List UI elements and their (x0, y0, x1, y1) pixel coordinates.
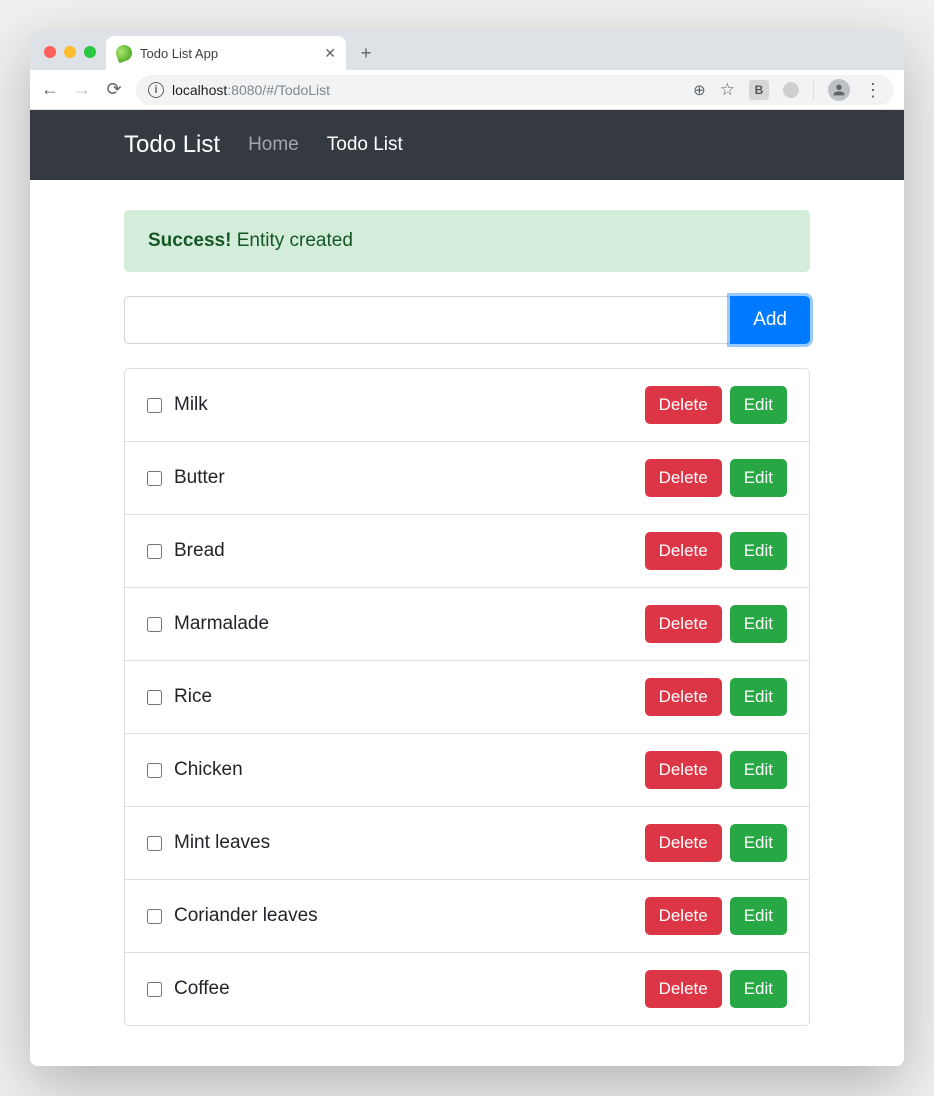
add-button[interactable]: Add (730, 296, 810, 344)
profile-avatar-icon[interactable] (828, 79, 850, 101)
edit-button[interactable]: Edit (730, 751, 787, 789)
navbar-brand[interactable]: Todo List (124, 131, 220, 159)
site-info-icon[interactable]: i (148, 82, 164, 98)
tab-bar: Todo List App ✕ + (30, 30, 904, 70)
delete-button[interactable]: Delete (645, 897, 722, 935)
delete-button[interactable]: Delete (645, 459, 722, 497)
browser-toolbar: ← → ⟳ i localhost:8080/#/TodoList ⊕ ☆ B … (30, 70, 904, 110)
todo-item: Coriander leavesDeleteEdit (125, 880, 809, 953)
back-button[interactable]: ← (40, 79, 60, 100)
delete-button[interactable]: Delete (645, 532, 722, 570)
leaf-icon (114, 43, 135, 64)
forward-button[interactable]: → (72, 79, 92, 100)
tab-title: Todo List App (140, 46, 316, 61)
extension-circle-icon[interactable] (783, 82, 799, 98)
extension-icon[interactable]: B (749, 80, 769, 100)
delete-button[interactable]: Delete (645, 824, 722, 862)
todo-checkbox[interactable] (147, 544, 162, 559)
todo-label: Bread (174, 540, 645, 562)
add-item-row: Add (124, 296, 810, 344)
reload-button[interactable]: ⟳ (104, 79, 124, 100)
alert-strong: Success! (148, 230, 231, 251)
todo-label: Marmalade (174, 613, 645, 635)
todo-item: ChickenDeleteEdit (125, 734, 809, 807)
todo-item: RiceDeleteEdit (125, 661, 809, 734)
edit-button[interactable]: Edit (730, 970, 787, 1008)
app-navbar: Todo List Home Todo List (30, 110, 904, 180)
address-bar[interactable]: i localhost:8080/#/TodoList ⊕ ☆ B ⋮ (136, 75, 894, 105)
new-tab-button[interactable]: + (352, 39, 380, 67)
todo-checkbox[interactable] (147, 398, 162, 413)
browser-window: Todo List App ✕ + ← → ⟳ i localhost:8080… (30, 30, 904, 1066)
todo-checkbox[interactable] (147, 836, 162, 851)
todo-checkbox[interactable] (147, 471, 162, 486)
toolbar-divider (813, 80, 814, 100)
success-alert: Success! Entity created (124, 210, 810, 272)
todo-item: CoffeeDeleteEdit (125, 953, 809, 1025)
todo-label: Rice (174, 686, 645, 708)
bookmark-star-icon[interactable]: ☆ (720, 80, 735, 100)
todo-checkbox[interactable] (147, 982, 162, 997)
todo-item: Mint leavesDeleteEdit (125, 807, 809, 880)
url-text: localhost:8080/#/TodoList (172, 82, 330, 98)
delete-button[interactable]: Delete (645, 970, 722, 1008)
todo-item: MarmaladeDeleteEdit (125, 588, 809, 661)
nav-link-todo-list[interactable]: Todo List (327, 134, 403, 156)
alert-message: Entity created (237, 230, 353, 251)
edit-button[interactable]: Edit (730, 386, 787, 424)
main-container: Success! Entity created Add MilkDeleteEd… (30, 180, 904, 1066)
page-content: Todo List Home Todo List Success! Entity … (30, 110, 904, 1066)
todo-label: Mint leaves (174, 832, 645, 854)
todo-item: MilkDeleteEdit (125, 369, 809, 442)
minimize-window-button[interactable] (64, 46, 76, 58)
edit-button[interactable]: Edit (730, 897, 787, 935)
close-window-button[interactable] (44, 46, 56, 58)
zoom-icon[interactable]: ⊕ (693, 81, 706, 99)
delete-button[interactable]: Delete (645, 605, 722, 643)
delete-button[interactable]: Delete (645, 386, 722, 424)
todo-item: BreadDeleteEdit (125, 515, 809, 588)
todo-checkbox[interactable] (147, 909, 162, 924)
todo-item: ButterDeleteEdit (125, 442, 809, 515)
todo-label: Chicken (174, 759, 645, 781)
todo-label: Butter (174, 467, 645, 489)
delete-button[interactable]: Delete (645, 678, 722, 716)
delete-button[interactable]: Delete (645, 751, 722, 789)
todo-checkbox[interactable] (147, 690, 162, 705)
new-item-input[interactable] (124, 296, 730, 344)
edit-button[interactable]: Edit (730, 459, 787, 497)
nav-link-home[interactable]: Home (248, 134, 299, 156)
edit-button[interactable]: Edit (730, 605, 787, 643)
todo-checkbox[interactable] (147, 763, 162, 778)
browser-tab[interactable]: Todo List App ✕ (106, 36, 346, 70)
todo-label: Milk (174, 394, 645, 416)
todo-label: Coriander leaves (174, 905, 645, 927)
todo-checkbox[interactable] (147, 617, 162, 632)
todo-label: Coffee (174, 978, 645, 1000)
maximize-window-button[interactable] (84, 46, 96, 58)
edit-button[interactable]: Edit (730, 824, 787, 862)
close-tab-button[interactable]: ✕ (324, 45, 336, 62)
edit-button[interactable]: Edit (730, 532, 787, 570)
window-controls (38, 46, 106, 70)
edit-button[interactable]: Edit (730, 678, 787, 716)
todo-list: MilkDeleteEditButterDeleteEditBreadDelet… (124, 368, 810, 1026)
